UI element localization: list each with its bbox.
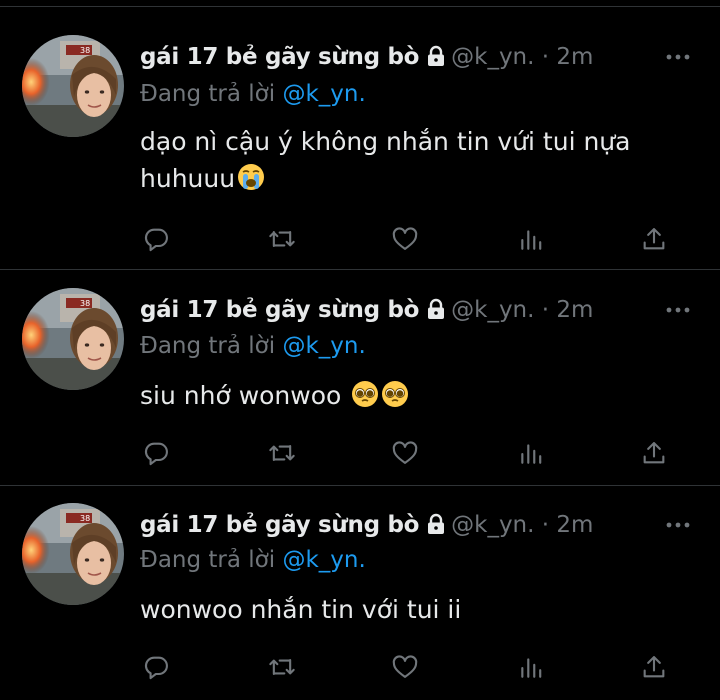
tweet-header: gái 17 bẻ gãy sừng bò @k_yn. · 2m (140, 295, 593, 328)
share-icon[interactable] (638, 224, 670, 254)
avatar[interactable]: 38 (22, 35, 124, 137)
reply-icon[interactable] (141, 224, 173, 254)
timestamp[interactable]: 2m (556, 512, 593, 538)
tweet-text-line: huhuuu (140, 164, 236, 193)
tweet[interactable]: 38 gái 17 bẻ gãy sừng bò @k_yn. · 2m Đang… (0, 269, 720, 485)
timestamp[interactable]: 2m (556, 44, 593, 70)
display-name[interactable]: gái 17 bẻ gãy sừng bò (140, 44, 419, 70)
lock-icon (425, 513, 447, 543)
retweet-icon[interactable] (266, 652, 298, 682)
tweet-header: gái 17 bẻ gãy sừng bò @k_yn. · 2m (140, 510, 593, 543)
display-name[interactable]: gái 17 bẻ gãy sừng bò (140, 512, 419, 538)
separator-dot: · (541, 297, 550, 323)
more-icon[interactable] (664, 47, 692, 67)
views-icon[interactable] (515, 438, 547, 468)
share-icon[interactable] (638, 438, 670, 468)
views-icon[interactable] (515, 224, 547, 254)
tweet[interactable]: 38 gái 17 bẻ gãy sừng bò @k_yn. · 2m Đang… (0, 485, 720, 700)
lock-icon (425, 298, 447, 328)
tweet-text: dạo nì cậu ý không nhắn tin vứi tui nựa … (140, 123, 660, 201)
tweet-text-line: dạo nì cậu ý không nhắn tin vứi tui nựa (140, 127, 631, 156)
tweet-actions (0, 438, 720, 468)
avatar[interactable]: 38 (22, 288, 124, 390)
separator-dot: · (541, 512, 550, 538)
replying-to: Đang trả lời @k_yn. (140, 331, 366, 361)
reply-icon[interactable] (141, 652, 173, 682)
reply-handle-link[interactable]: @k_yn. (282, 547, 365, 573)
views-icon[interactable] (515, 652, 547, 682)
user-handle[interactable]: @k_yn. (451, 44, 534, 70)
heart-icon[interactable] (389, 438, 421, 468)
more-icon[interactable] (664, 300, 692, 320)
tweet[interactable]: 38 gái 17 bẻ gãy sừng bò @k_yn. · 2m Đang… (0, 6, 720, 269)
timestamp[interactable]: 2m (556, 297, 593, 323)
replying-to-label: Đang trả lời (140, 81, 276, 107)
more-icon[interactable] (664, 515, 692, 535)
replying-to: Đang trả lời @k_yn. (140, 545, 366, 575)
tweet-text-line: wonwoo nhắn tin với tui ii (140, 595, 462, 624)
reply-handle-link[interactable]: @k_yn. (282, 81, 365, 107)
share-icon[interactable] (638, 652, 670, 682)
tweet-actions (0, 224, 720, 254)
tweet-header: gái 17 bẻ gãy sừng bò @k_yn. · 2m (140, 42, 593, 75)
tweet-actions (0, 652, 720, 682)
heart-icon[interactable] (389, 224, 421, 254)
loudly-crying-face-emoji (237, 163, 265, 201)
svg-text:38: 38 (80, 514, 90, 523)
svg-text:38: 38 (80, 46, 90, 55)
svg-text:38: 38 (80, 299, 90, 308)
separator-dot: · (541, 44, 550, 70)
user-handle[interactable]: @k_yn. (451, 512, 534, 538)
tweet-text-line: siu nhớ wonwoo (140, 381, 342, 410)
tweet-text: siu nhớ wonwoo (140, 377, 660, 418)
display-name[interactable]: gái 17 bẻ gãy sừng bò (140, 297, 419, 323)
tweet-feed: 38 gái 17 bẻ gãy sừng bò @k_yn. · 2m Đang… (0, 0, 720, 700)
tweet-text: wonwoo nhắn tin với tui ii (140, 591, 660, 628)
heart-icon[interactable] (389, 652, 421, 682)
pleading-face-emoji (381, 380, 409, 418)
retweet-icon[interactable] (266, 224, 298, 254)
replying-to-label: Đang trả lời (140, 547, 276, 573)
reply-handle-link[interactable]: @k_yn. (282, 333, 365, 359)
user-handle[interactable]: @k_yn. (451, 297, 534, 323)
replying-to-label: Đang trả lời (140, 333, 276, 359)
replying-to: Đang trả lời @k_yn. (140, 79, 366, 109)
retweet-icon[interactable] (266, 438, 298, 468)
pleading-face-emoji (351, 380, 379, 418)
avatar[interactable]: 38 (22, 503, 124, 605)
lock-icon (425, 45, 447, 75)
reply-icon[interactable] (141, 438, 173, 468)
